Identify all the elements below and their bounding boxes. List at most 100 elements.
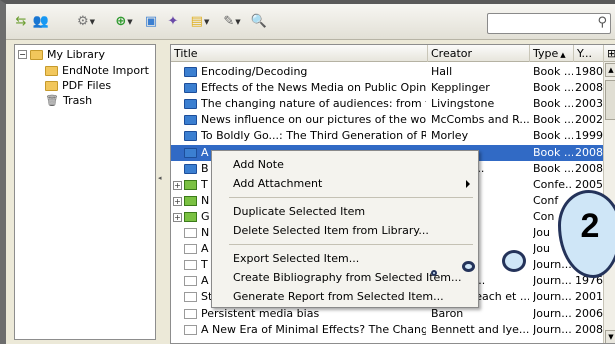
tree-item-pdf-files[interactable]: PDF Files: [45, 78, 111, 93]
cell-year: 1999: [575, 129, 603, 143]
scroll-thumb[interactable]: [605, 80, 615, 120]
cell-type: Journ...: [533, 322, 572, 336]
conference-paper-icon: [184, 195, 197, 206]
journal-article-icon: [184, 244, 197, 255]
book-icon: [184, 67, 197, 77]
callout-bubble-medium: [462, 261, 475, 272]
search-input[interactable]: ⚲: [487, 13, 611, 34]
menu-separator: [229, 197, 473, 198]
context-menu: Add Note Add Attachment Duplicate Select…: [211, 150, 479, 308]
cell-type: Book ...: [533, 97, 573, 111]
callout-bubble-large: [502, 250, 526, 272]
settings-icon[interactable]: ⚙ ▼: [72, 13, 100, 31]
table-row[interactable]: To Boldly Go...: The Third Generation of…: [171, 128, 603, 144]
splitter-grip-icon: ◂: [158, 174, 162, 182]
table-row[interactable]: Encoding/Decoding Hall Book ... 1980: [171, 64, 603, 80]
cell-year: 2008: [575, 161, 603, 175]
tree-item-trash[interactable]: 🗑 Trash: [45, 93, 92, 108]
column-header: Title Creator Type▲ Y... ⊞: [171, 45, 615, 62]
zotero-window: ⇆ 👥 ⚙ ▼ ⊕ ▼ ▣ ✦ ▤ ▼ ✎ ▼ 🔍 ⚲ − My Library End…: [0, 0, 615, 344]
cell-creator: McCombs and R...: [431, 113, 529, 127]
new-item-from-file-icon[interactable]: ▣: [142, 13, 160, 31]
cell-type: Journ...: [533, 290, 572, 304]
menu-item-duplicate[interactable]: Duplicate Selected Item: [212, 202, 478, 221]
cell-type: Confe...: [533, 177, 573, 191]
cell-creator: Hall: [431, 65, 453, 78]
column-creator[interactable]: Creator: [428, 45, 530, 62]
cell-type: Book ...: [533, 129, 573, 143]
cell-year: 2003: [575, 97, 603, 111]
cell-creator: Bennett and Iye...: [431, 322, 529, 336]
journal-article-icon: [184, 324, 197, 335]
tree-item-endnote-import[interactable]: EndNote Import: [45, 63, 149, 78]
journal-article-icon: [184, 308, 197, 319]
column-year[interactable]: Y...: [574, 45, 604, 62]
column-title[interactable]: Title: [171, 45, 428, 62]
table-row[interactable]: News influence on our pictures of the wo…: [171, 112, 603, 128]
pane-splitter[interactable]: ◂: [156, 44, 170, 340]
journal-article-icon: [184, 228, 197, 238]
book-icon: [184, 115, 197, 126]
tree-label: EndNote Import: [62, 64, 149, 77]
attachment-icon[interactable]: ✎ ▼: [218, 13, 246, 31]
column-type[interactable]: Type ▲: [530, 45, 574, 62]
scroll-up-icon[interactable]: ▲: [605, 63, 615, 77]
trash-icon: 🗑: [45, 94, 59, 107]
menu-item-add-attachment[interactable]: Add Attachment: [212, 174, 478, 193]
callout-bubble-small: [431, 270, 437, 276]
scroll-down-icon[interactable]: ▼: [605, 330, 615, 343]
sort-ascending-icon: ▲: [560, 51, 566, 59]
cell-title: Effects of the News Media on Public Opin…: [201, 81, 426, 95]
cell-creator: Kepplinger: [431, 81, 490, 95]
cell-year: 2008: [575, 322, 603, 336]
column-picker-icon[interactable]: ⊞: [604, 45, 615, 62]
book-icon: [184, 131, 197, 142]
cell-year: 2001: [575, 290, 603, 304]
menu-separator: [229, 244, 473, 245]
cell-year: 2008: [575, 81, 603, 95]
cell-title: Encoding/Decoding: [201, 65, 308, 78]
cell-year: 1980: [575, 65, 603, 78]
note-icon[interactable]: ▤ ▼: [186, 13, 214, 31]
table-row[interactable]: The changing nature of audiences: from t…: [171, 96, 603, 112]
menu-item-delete[interactable]: Delete Selected Item from Library...: [212, 221, 478, 240]
folder-icon: [45, 65, 58, 76]
book-icon: [184, 83, 197, 94]
cell-type: Journ...: [533, 274, 572, 288]
cell-year: 2002: [575, 113, 603, 127]
table-row[interactable]: Effects of the News Media on Public Opin…: [171, 80, 603, 96]
menu-item-export[interactable]: Export Selected Item...: [212, 249, 478, 268]
expand-icon[interactable]: +: [173, 212, 182, 222]
cell-type: Book ...: [533, 145, 573, 159]
magic-wand-icon[interactable]: ✦: [164, 13, 182, 31]
new-item-icon[interactable]: ⊕ ▼: [110, 13, 138, 31]
advanced-search-icon[interactable]: 🔍: [250, 13, 268, 31]
cell-title: A New Era of Minimal Effects? The Changi…: [201, 322, 426, 336]
expand-icon[interactable]: +: [173, 196, 182, 206]
cell-title: To Boldly Go...: The Third Generation of…: [201, 129, 426, 143]
callout-number: 2: [580, 207, 600, 245]
cell-type: Book ...: [533, 113, 573, 127]
cell-title: The changing nature of audiences: from t…: [201, 97, 426, 111]
library-icon: [30, 49, 43, 60]
folder-icon: [45, 80, 58, 91]
journal-article-icon: [184, 260, 197, 271]
group-icon[interactable]: 👥: [32, 13, 50, 31]
menu-item-add-note[interactable]: Add Note: [212, 155, 478, 174]
cell-type: Book ...: [533, 65, 573, 78]
book-icon: [184, 99, 197, 110]
search-icon[interactable]: ⚲: [597, 15, 607, 30]
tree-item-my-library[interactable]: − My Library: [18, 47, 105, 62]
book-icon: [184, 147, 197, 158]
book-icon: [184, 163, 197, 174]
cell-creator: Livingstone: [431, 97, 495, 111]
cell-year: 2006: [575, 306, 603, 320]
sync-icon[interactable]: ⇆: [12, 13, 30, 31]
expand-icon[interactable]: +: [173, 180, 182, 190]
collapse-icon[interactable]: −: [18, 50, 27, 59]
conference-paper-icon: [184, 211, 197, 222]
tree-label: PDF Files: [62, 79, 112, 92]
menu-item-create-bibliography[interactable]: Create Bibliography from Selected Item..…: [212, 268, 478, 287]
table-row[interactable]: A New Era of Minimal Effects? The Changi…: [171, 322, 603, 338]
menu-item-generate-report[interactable]: Generate Report from Selected Item...: [212, 287, 478, 306]
